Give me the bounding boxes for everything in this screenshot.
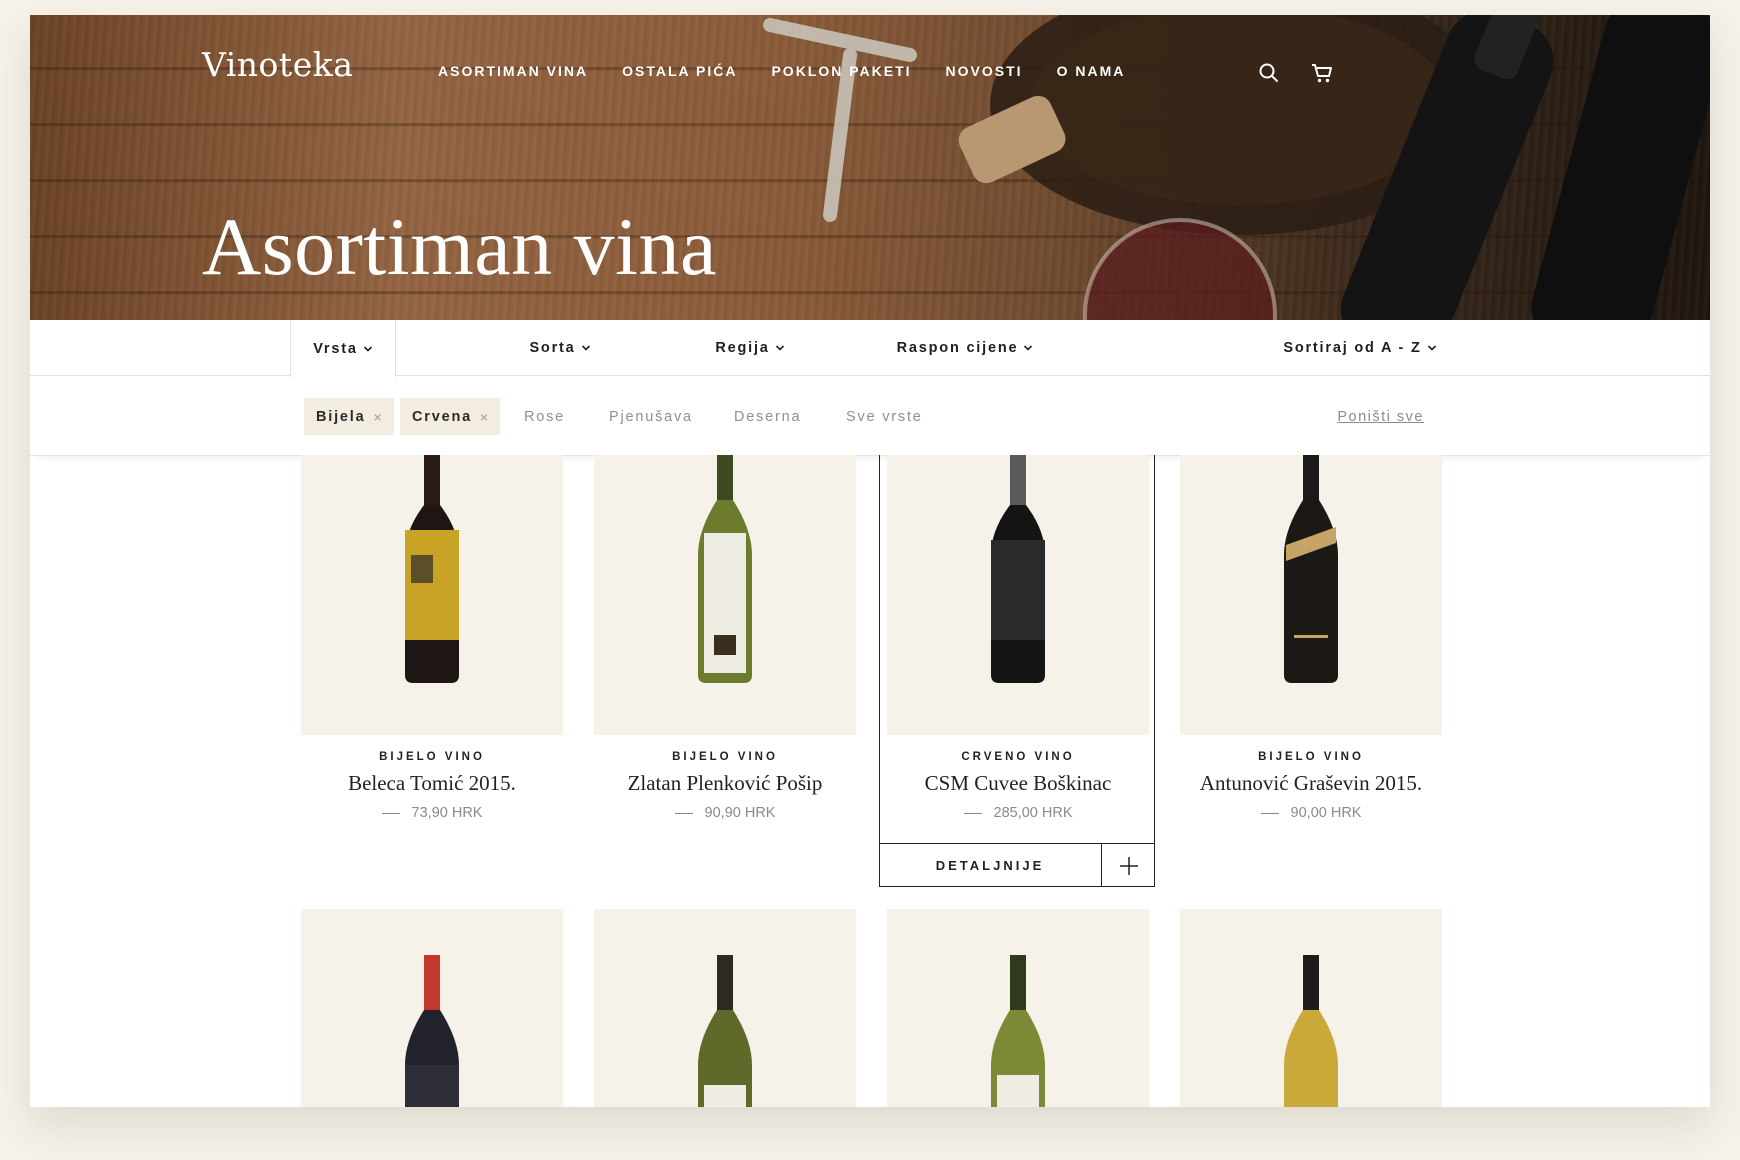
product-category: BIJELO VINO [379, 751, 485, 763]
page-title: Asortiman vina [202, 201, 717, 292]
filter-sorta[interactable]: Sorta [490, 320, 630, 376]
product-price: 90,90 HRK [594, 805, 856, 821]
hero-banner: Vinoteka ASORTIMAN VINA OSTALA PIĆA POKL… [30, 15, 1710, 320]
product-image[interactable] [594, 455, 856, 735]
product-name[interactable]: Beleca Tomić 2015. [301, 771, 563, 796]
sort-dropdown-label: Sortiraj od A - Z [1283, 340, 1422, 356]
product-price: 73,90 HRK [301, 805, 563, 821]
wine-bottle-image [698, 955, 752, 1107]
chip-crvena-label: Crvena [412, 408, 472, 425]
nav-item-novosti[interactable]: NOVOSTI [946, 63, 1023, 79]
add-to-cart-button[interactable] [1102, 843, 1155, 887]
chip-crvena[interactable]: Crvena × [400, 398, 501, 435]
nav-item-ostala-pica[interactable]: OSTALA PIĆA [622, 63, 737, 79]
product-price: 90,00 HRK [1180, 805, 1442, 821]
details-button[interactable]: DETALJNIJE [879, 843, 1102, 887]
browser-frame: Vinoteka ASORTIMAN VINA OSTALA PIĆA POKL… [30, 15, 1710, 1107]
cart-icon[interactable] [1310, 62, 1334, 86]
product-category: BIJELO VINO [1258, 751, 1364, 763]
sort-dropdown[interactable]: Sortiraj od A - Z [1260, 320, 1460, 376]
nav-item-o-nama[interactable]: O NAMA [1057, 63, 1126, 79]
product-price-value: 73,90 HRK [411, 805, 483, 821]
product-image[interactable] [887, 909, 1149, 1107]
filter-vrsta-label: Vrsta [313, 340, 358, 357]
product-name[interactable]: Antunović Graševin 2015. [1180, 771, 1442, 796]
filter-vrsta[interactable]: Vrsta [290, 320, 396, 377]
nav-item-asortiman-vina[interactable]: ASORTIMAN VINA [438, 63, 588, 79]
price-dash [674, 812, 693, 814]
nav-item-poklon-paketi[interactable]: POKLON PAKETI [771, 63, 911, 79]
wine-bottle-image [1284, 455, 1338, 683]
product-category: BIJELO VINO [672, 751, 778, 763]
chevron-down-icon [363, 345, 372, 352]
product-price-value: 90,90 HRK [704, 805, 776, 821]
chevron-down-icon [1427, 345, 1436, 351]
close-icon[interactable]: × [374, 409, 382, 425]
filter-regija[interactable]: Regija [680, 320, 820, 376]
wine-bottle-image [991, 955, 1045, 1107]
price-dash [963, 812, 982, 814]
product-category: CRVENO VINO [961, 751, 1075, 763]
price-dash [381, 812, 400, 814]
wine-bottle-image [991, 455, 1045, 683]
product-price-value: 90,00 HRK [1290, 805, 1362, 821]
product-image[interactable] [1180, 455, 1442, 735]
site-logo[interactable]: Vinoteka [202, 45, 353, 84]
wine-bottle-image [405, 455, 459, 683]
wine-bottle-image [698, 455, 752, 683]
product-image[interactable] [301, 455, 563, 735]
product-price: 285,00 HRK [887, 805, 1149, 821]
filter-chips: Bijela × Crvena × Rose Pjenušava Deserna… [30, 377, 1710, 456]
reset-filters-link[interactable]: Poništi sve [1337, 398, 1424, 435]
price-dash [1260, 812, 1279, 814]
product-name[interactable]: Zlatan Plenković Pošip [594, 771, 856, 796]
chip-sve-vrste[interactable]: Sve vrste [834, 398, 935, 435]
chip-bijela-label: Bijela [316, 408, 366, 425]
product-price-value: 285,00 HRK [993, 805, 1073, 821]
wine-bottle-image [1284, 955, 1338, 1107]
wine-bottle-image [405, 955, 459, 1107]
filter-raspon-cijene[interactable]: Raspon cijene [875, 320, 1055, 376]
plus-icon [1119, 856, 1138, 875]
product-image[interactable] [887, 455, 1149, 735]
chevron-down-icon [775, 345, 784, 351]
filter-regija-label: Regija [715, 340, 770, 356]
close-icon[interactable]: × [480, 409, 488, 425]
filter-bar: Vrsta Sorta Regija Raspon cijene Sortira… [30, 320, 1710, 377]
product-image[interactable] [301, 909, 563, 1107]
chip-rose[interactable]: Rose [512, 398, 577, 435]
main-nav: ASORTIMAN VINA OSTALA PIĆA POKLON PAKETI… [438, 63, 1159, 79]
filter-sorta-label: Sorta [529, 340, 576, 356]
search-icon[interactable] [1258, 62, 1282, 86]
chip-deserna[interactable]: Deserna [722, 398, 813, 435]
product-image[interactable] [1180, 909, 1442, 1107]
chevron-down-icon [581, 345, 590, 351]
product-name[interactable]: CSM Cuvee Boškinac [887, 771, 1149, 796]
filter-raspon-cijene-label: Raspon cijene [896, 340, 1019, 356]
chip-pjenusava[interactable]: Pjenušava [597, 398, 705, 435]
product-image[interactable] [594, 909, 856, 1107]
chip-bijela[interactable]: Bijela × [304, 398, 394, 435]
chevron-down-icon [1024, 345, 1033, 351]
